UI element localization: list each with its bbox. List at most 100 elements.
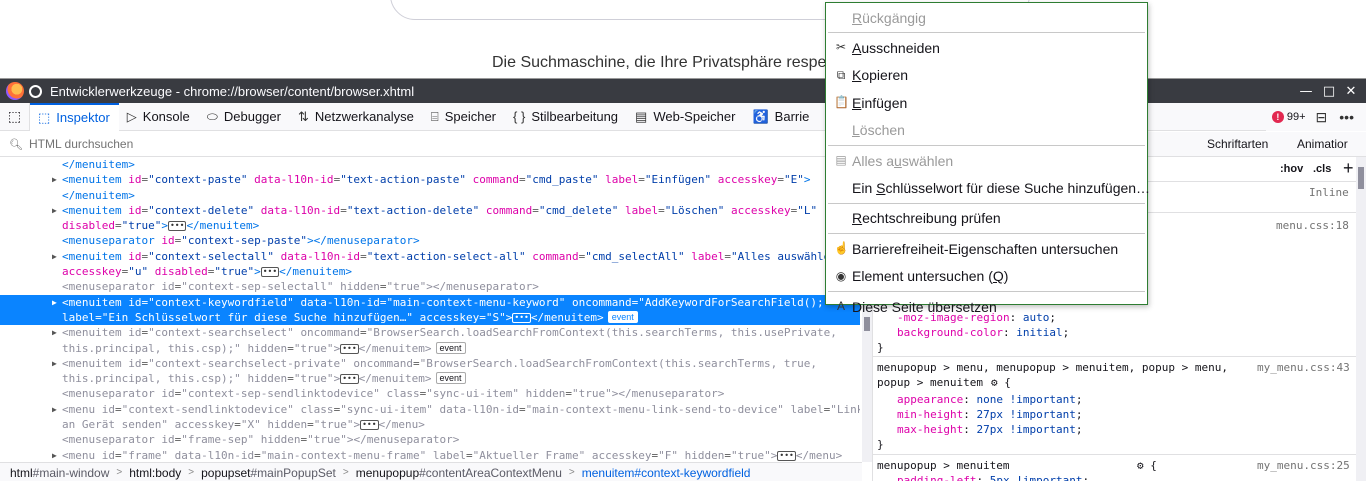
tab-speicher[interactable]: ⌸ Speicher [423,103,505,131]
tab-konsole[interactable]: ▷ Konsole [119,103,199,131]
close-button[interactable]: ✕ [1342,82,1360,100]
css-declaration[interactable]: background-color: initial; [897,325,1069,340]
markup-line[interactable]: ▶ <menuitem id="context-searchselect" onc… [0,325,860,340]
markup-line[interactable]: an Gerät senden" accesskey="X" hidden="t… [0,417,860,432]
markup-line[interactable]: disabled="true"> ••• </menuitem> [0,218,860,233]
css-declaration[interactable]: min-height: 27px !important; [897,407,1082,422]
menuitem-label: Element untersuchen (Q) [852,268,1009,285]
my-menu-css-25-source[interactable]: my_menu.css:25 [1257,458,1350,473]
error-count[interactable]: 99+ [1287,111,1306,123]
rule-2-gear-icon[interactable]: ⚙ { [991,375,1011,390]
collapsed-children-icon[interactable]: ••• [340,374,359,385]
expand-twisty-icon[interactable]: ▶ [52,402,57,417]
my-menu-css-43-source[interactable]: my_menu.css:43 [1257,360,1350,375]
markup-line[interactable]: <menuseparator id="context-sep-sendlinkt… [0,386,860,401]
rule-2-selector-b[interactable]: popup > menuitem [877,375,983,390]
html-search-input[interactable] [28,137,629,151]
devtools-titlebar: Entwicklerwerkzeuge - chrome://browser/c… [0,79,1366,103]
menuitem-rechtschreibung-prüfen[interactable]: Rechtschreibung prüfen [826,205,1147,232]
css-declaration[interactable]: padding-left: 5px !important; [897,473,1089,481]
css-declaration[interactable]: max-height: 27px !important; [897,422,1082,437]
markup-line[interactable]: <menuseparator id="context-sep-selectall… [0,279,860,294]
menuitem-rückgängig[interactable]: Rückgängig [826,4,1147,31]
menuitem-barrierefreiheit-eigenschaften-untersuchen[interactable]: ☝ Barrierefreiheit-Eigenschaften untersuc… [826,235,1147,262]
collapsed-children-icon[interactable]: ••• [512,312,531,323]
markup-line[interactable]: ▶ <menuitem id="context-selectall" data-l… [0,249,860,264]
minimize-button[interactable]: — [1297,82,1315,100]
collapsed-children-icon[interactable]: ••• [260,267,280,278]
add-rule-button[interactable]: + [1343,158,1354,179]
menu-separator [828,145,1145,146]
menuitem-ausschneiden[interactable]: ✂ Ausschneiden [826,34,1147,61]
expand-twisty-icon[interactable]: ▶ [52,172,57,187]
markup-line[interactable]: label="Ein Schlüsselwort für diese Suche… [0,309,860,326]
dock-layout-icon[interactable]: ⊟ [1316,109,1328,126]
maximize-button[interactable]: □ [1320,82,1338,100]
markup-line[interactable]: </menuitem> [0,157,860,172]
markup-line[interactable]: ▶ <menu id="context-sendlinktodevice" cla… [0,402,860,417]
event-badge[interactable]: event [607,310,638,323]
tab-debugger[interactable]: ⬭ Debugger [199,103,290,131]
hover-toggle-button[interactable]: :hov [1280,163,1303,175]
markup-line[interactable]: this.principal, this.csp);" hidden="true… [0,371,860,386]
tab-animations[interactable]: Animatior [1297,137,1348,151]
menu-css-source[interactable]: menu.css:18 [1276,218,1349,233]
markup-line[interactable]: this.principal, this.csp);" hidden="true… [0,341,860,356]
rules-scrollbar[interactable] [1356,157,1366,481]
markup-line[interactable]: </menuitem> [0,188,860,203]
collapsed-children-icon[interactable]: ••• [360,420,379,431]
event-badge[interactable]: event [435,372,466,385]
firefox-logo-icon [6,82,24,100]
markup-line[interactable]: ▶ <menu id="frame" data-l10n-id="main-con… [0,448,860,462]
expand-twisty-icon[interactable]: ▶ [52,249,57,264]
expand-twisty-icon[interactable]: ▶ [52,448,57,462]
error-icon[interactable]: ! [1271,111,1284,123]
element-picker-button[interactable]: ⬚ [0,102,30,131]
menuitem-löschen[interactable]: Löschen [826,117,1147,144]
css-declaration[interactable]: appearance: none !important; [897,392,1082,407]
breadcrumb-item[interactable]: menupopup#contentAreaContextMenu [356,466,562,480]
devtools-window: Entwicklerwerkzeuge - chrome://browser/c… [0,78,1366,481]
breadcrumb-item[interactable]: menuitem#context-keywordfield [582,466,751,480]
menuitem-diese-seite-übersetzen[interactable]: A Diese Seite übersetzen [826,293,1147,320]
menuitem-alles-auswählen[interactable]: ▤ Alles auswählen [826,147,1147,174]
menuitem-label: Ein Schlüsselwort für diese Suche hinzuf… [852,179,1151,196]
tab-barrie[interactable]: ♿ Barrie [744,103,818,131]
menuitem-element-untersuchen-q[interactable]: ◉ Element untersuchen (Q) [826,263,1147,290]
tab-web-speicher[interactable]: ▤ Web-Speicher [627,103,744,131]
menu-separator [828,32,1145,34]
collapsed-children-icon[interactable]: ••• [340,343,359,354]
markup-line[interactable]: <menuseparator id="context-sep-paste"></… [0,233,860,248]
markup-line[interactable]: ▶ <menuitem id="context-delete" data-l10n… [0,203,860,218]
rule-3-gear-icon[interactable]: ⚙ { [1137,458,1157,473]
menuitem-ein-schlüsselwort-für-diese-suche-hinzufügen[interactable]: Ein Schlüsselwort für diese Suche hinzuf… [826,174,1151,201]
breadcrumb-item[interactable]: html:body [129,466,181,480]
markup-line[interactable]: ▶ <menuitem id="context-searchselect-priv… [0,356,860,371]
markup-line[interactable]: ▶ <menuitem id="context-paste" data-l10n-… [0,172,860,187]
expand-twisty-icon[interactable]: ▶ [52,325,57,340]
more-options-icon[interactable]: ••• [1339,109,1354,125]
rule-3-selector[interactable]: menupopup > menuitem [877,458,1009,473]
event-badge[interactable]: event [435,341,466,354]
rules-scroll-thumb[interactable] [1358,167,1364,189]
class-toggle-button[interactable]: .cls [1313,163,1331,175]
rule-2-selector-a[interactable]: menupopup > menu, menupopup > menuitem, … [877,360,1228,375]
expand-twisty-icon[interactable]: ▶ [52,356,57,371]
collapsed-children-icon[interactable]: ••• [777,450,796,461]
tab-netzwerkanalyse[interactable]: ⇅ Netzwerkanalyse [290,103,423,131]
breadcrumb-item[interactable]: popupset#mainPopupSet [201,466,336,480]
tab-fonts[interactable]: Schriftarten [1207,137,1268,151]
css-property-name: appearance [897,393,964,406]
menuitem-kopieren[interactable]: ⧉ Kopieren [826,62,1147,89]
expand-twisty-icon[interactable]: ▶ [52,295,57,310]
inline-source[interactable]: Inline [1309,185,1349,200]
menuitem-einfügen[interactable]: 📋 Einfügen [826,89,1147,116]
markup-line[interactable]: ▶ <menuitem id="context-keywordfield" dat… [0,294,860,310]
expand-twisty-icon[interactable]: ▶ [52,203,57,218]
tab-stilbearbeitung[interactable]: { } Stilbearbeitung [505,103,627,131]
breadcrumb-item[interactable]: html#main-window [10,466,109,480]
markup-line[interactable]: accesskey="u" disabled="true"> ••• </menui… [0,264,860,279]
markup-line[interactable]: <menuseparator id="frame-sep" hidden="tr… [0,432,860,447]
collapsed-children-icon[interactable]: ••• [167,221,187,232]
tab-inspektor[interactable]: ⬚ Inspektor [30,102,119,131]
